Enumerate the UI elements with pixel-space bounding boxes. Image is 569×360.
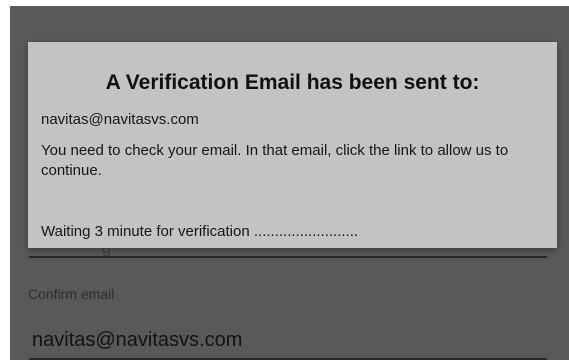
- email-field-underline: [29, 256, 547, 258]
- confirm-email-label: Confirm email: [28, 286, 115, 302]
- verification-status-text: Waiting 3 minute for verification ......…: [41, 223, 359, 240]
- confirm-email-field[interactable]: navitas@navitasvs.com: [32, 329, 242, 352]
- dialog-message: You need to check your email. In that em…: [41, 142, 509, 179]
- verification-dialog: A Verification Email has been sent to: n…: [28, 42, 557, 248]
- dialog-email-address: navitas@navitasvs.com: [41, 111, 199, 128]
- dialog-title: A Verification Email has been sent to:: [105, 71, 480, 94]
